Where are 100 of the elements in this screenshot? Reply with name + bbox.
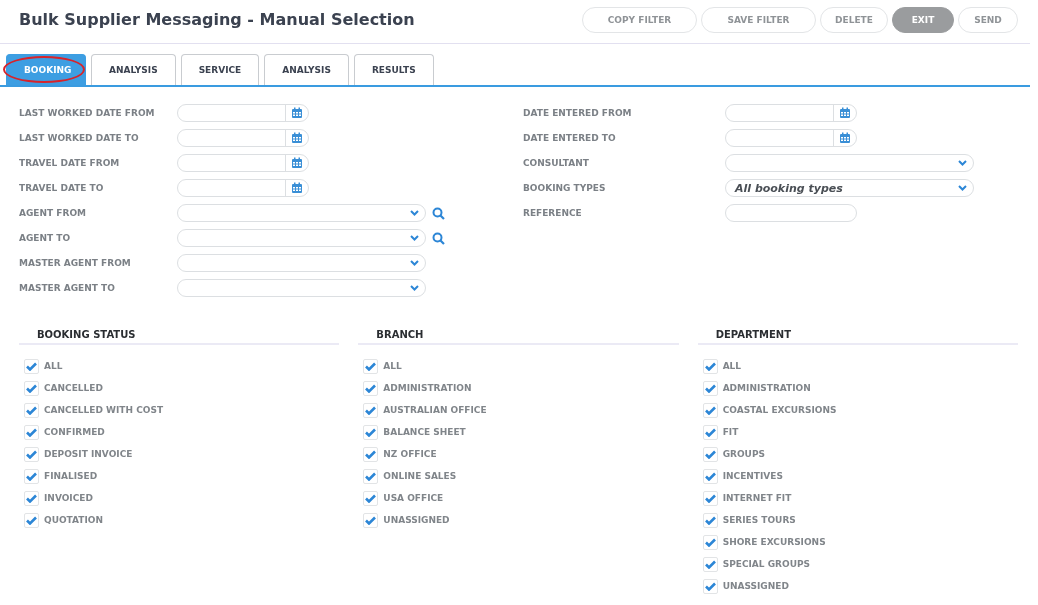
date-field[interactable]	[725, 104, 857, 122]
toolbar-button[interactable]: SAVE FILTER	[701, 6, 816, 33]
checkbox[interactable]	[363, 402, 379, 418]
checkbox[interactable]	[702, 534, 718, 550]
checkbox[interactable]	[24, 358, 39, 374]
field-label: DATE ENTERED FROM	[523, 108, 633, 118]
checkbox-label: UNASSIGNED	[383, 515, 450, 525]
checkbox-label: FINALISED	[44, 471, 98, 481]
field-label: AGENT FROM	[19, 208, 87, 218]
toolbar-button[interactable]: EXIT	[892, 6, 954, 33]
checkbox[interactable]	[24, 468, 39, 484]
checkbox[interactable]	[702, 490, 718, 506]
field-label: LAST WORKED DATE TO	[19, 133, 140, 143]
checkbox[interactable]	[24, 380, 39, 396]
checkbox-label: SERIES TOURS	[722, 515, 796, 525]
tab[interactable]: SERVICE	[180, 54, 260, 85]
dropdown-field[interactable]	[177, 204, 426, 222]
checkbox[interactable]	[702, 358, 718, 374]
checkbox-label: INTERNET FIT	[722, 493, 792, 503]
search-icon[interactable]	[432, 231, 445, 245]
calendar-icon[interactable]	[839, 132, 851, 144]
checkbox-label: BALANCE SHEET	[383, 427, 466, 437]
chevron-down-icon	[410, 235, 419, 241]
checkbox[interactable]	[702, 402, 718, 418]
toolbar-button[interactable]: COPY FILTER	[582, 6, 697, 33]
tab[interactable]: ANALYSIS	[264, 54, 349, 85]
dropdown-field[interactable]	[177, 254, 426, 272]
checkbox[interactable]	[363, 446, 379, 462]
checkbox-label: FIT	[722, 427, 739, 437]
checkbox-label: GROUPS	[722, 449, 765, 459]
toolbar-button[interactable]: SEND	[958, 6, 1018, 33]
checkbox-label: ALL	[722, 361, 742, 371]
search-icon[interactable]	[432, 206, 445, 220]
field-label: LAST WORKED DATE FROM	[19, 108, 156, 118]
chevron-down-icon	[410, 260, 419, 266]
checkbox[interactable]	[702, 512, 718, 528]
checkbox[interactable]	[702, 380, 718, 396]
checkbox-label: CONFIRMED	[44, 427, 105, 437]
checkbox-label: COASTAL EXCURSIONS	[722, 405, 837, 415]
dropdown-field[interactable]: All booking types	[725, 179, 974, 197]
checkbox-label: USA OFFICE	[383, 493, 444, 503]
section-heading: DEPARTMENT	[697, 329, 1018, 345]
calendar-icon[interactable]	[291, 132, 303, 144]
checkbox[interactable]	[363, 358, 379, 374]
date-field[interactable]	[177, 179, 309, 197]
section-heading: BRANCH	[358, 329, 679, 345]
tab[interactable]: RESULTS	[353, 54, 434, 85]
section-heading: BOOKING STATUS	[19, 329, 340, 345]
field-label: BOOKING TYPES	[523, 183, 607, 193]
checkbox-label: ONLINE SALES	[383, 471, 457, 481]
field-label: TRAVEL DATE TO	[19, 183, 105, 193]
chevron-down-icon	[958, 185, 967, 191]
field-label: AGENT TO	[19, 233, 72, 243]
checkbox-label: ADMINISTRATION	[383, 383, 472, 393]
checkbox[interactable]	[24, 402, 39, 418]
checkbox-label: CANCELLED WITH COST	[44, 405, 164, 415]
calendar-icon[interactable]	[839, 107, 851, 119]
checkbox[interactable]	[702, 556, 718, 572]
field-label: MASTER AGENT FROM	[19, 258, 132, 268]
checkbox[interactable]	[702, 446, 718, 462]
date-field[interactable]	[177, 104, 309, 122]
tab[interactable]: BOOKING	[6, 54, 86, 85]
date-field[interactable]	[177, 154, 309, 172]
calendar-icon[interactable]	[291, 157, 303, 169]
checkbox-label: ALL	[383, 361, 402, 371]
dropdown-field[interactable]	[177, 279, 426, 297]
checkbox[interactable]	[24, 446, 39, 462]
field-label: TRAVEL DATE FROM	[19, 158, 121, 168]
tab[interactable]: ANALYSIS	[91, 54, 176, 85]
checkbox-label: INCENTIVES	[722, 471, 783, 481]
checkbox[interactable]	[363, 512, 379, 528]
checkbox[interactable]	[702, 468, 718, 484]
chevron-down-icon	[958, 160, 967, 166]
checkbox-label: DEPOSIT INVOICE	[44, 449, 133, 459]
checkbox[interactable]	[363, 380, 379, 396]
toolbar-button[interactable]: DELETE	[820, 6, 888, 33]
checkbox-label: NZ OFFICE	[383, 449, 437, 459]
date-field[interactable]	[725, 129, 857, 147]
checkbox[interactable]	[24, 424, 39, 440]
checkbox[interactable]	[24, 512, 39, 528]
checkbox[interactable]	[363, 490, 379, 506]
checkbox[interactable]	[702, 578, 718, 594]
field-label: MASTER AGENT TO	[19, 283, 116, 293]
checkbox[interactable]	[702, 424, 718, 440]
checkbox-label: CANCELLED	[44, 383, 103, 393]
checkbox[interactable]	[363, 468, 379, 484]
date-field[interactable]	[177, 129, 309, 147]
checkbox-label: INVOICED	[44, 493, 93, 503]
dropdown-field[interactable]	[177, 229, 426, 247]
text-field[interactable]	[725, 204, 857, 222]
field-label: REFERENCE	[523, 208, 583, 218]
checkbox[interactable]	[24, 490, 39, 506]
dropdown-field[interactable]	[725, 154, 974, 172]
field-label: DATE ENTERED TO	[523, 133, 617, 143]
calendar-icon[interactable]	[291, 182, 303, 194]
checkbox[interactable]	[363, 424, 379, 440]
calendar-icon[interactable]	[291, 107, 303, 119]
checkbox-label: SHORE EXCURSIONS	[722, 537, 826, 547]
checkbox-label: AUSTRALIAN OFFICE	[383, 405, 487, 415]
chevron-down-icon	[410, 210, 419, 216]
